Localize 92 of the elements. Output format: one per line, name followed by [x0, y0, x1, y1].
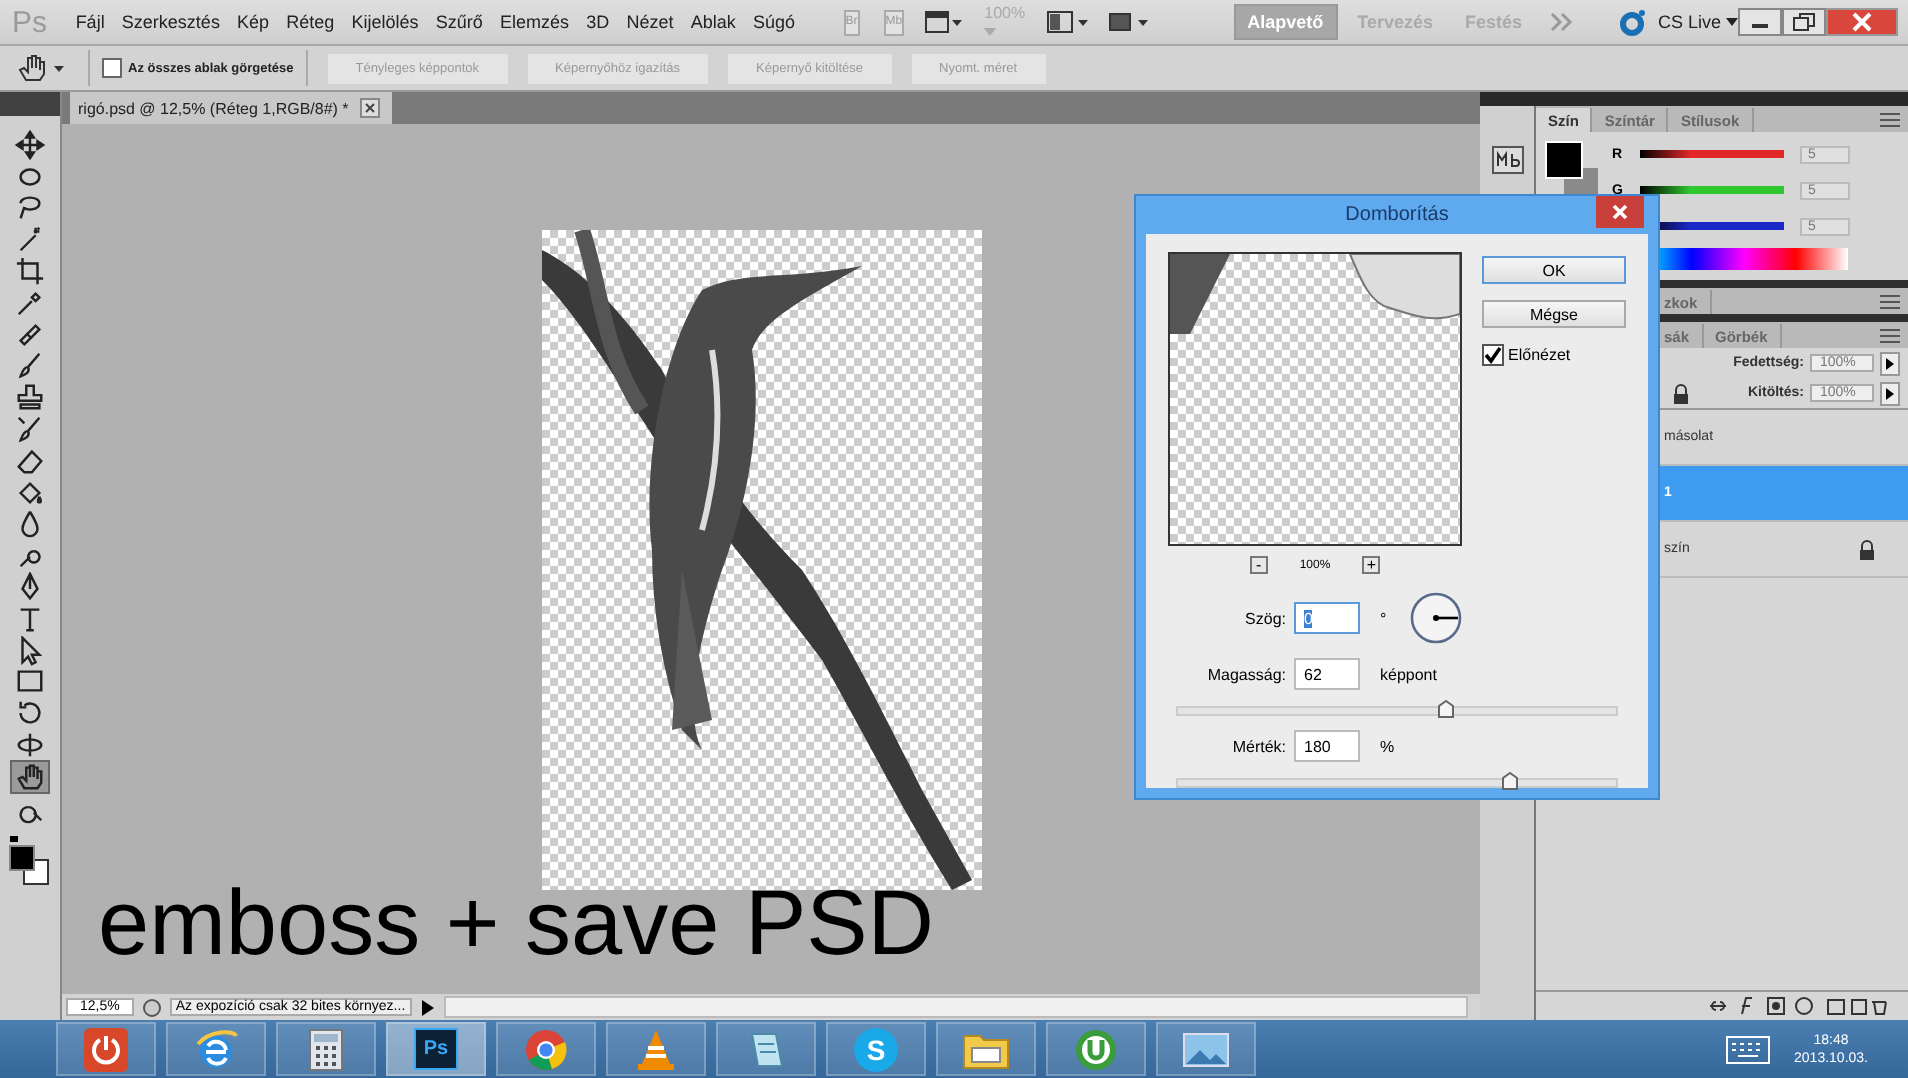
taskbar-app[interactable] [56, 1022, 156, 1076]
menu-icon[interactable] [1880, 294, 1900, 310]
globe-icon [194, 1027, 238, 1071]
menu-item[interactable]: Nézet [617, 12, 683, 32]
calculator-icon [308, 1027, 344, 1071]
taskbar-app[interactable] [1046, 1022, 1146, 1076]
checkbox[interactable] [1482, 344, 1504, 366]
arrow-icon[interactable] [1880, 381, 1900, 405]
color-swatch-icon[interactable] [8, 836, 52, 889]
menu-item[interactable]: Ablak [682, 12, 745, 32]
layer-actions-icon[interactable] [1708, 996, 1888, 1016]
cs-live-button[interactable]: CS Live [1658, 12, 1738, 32]
cancel-button[interactable]: Mégse [1482, 300, 1626, 328]
circle-icon [524, 1027, 568, 1071]
crop-tool-icon[interactable] [12, 255, 48, 286]
cone-icon [634, 1027, 678, 1071]
shape-tool-icon[interactable] [12, 666, 48, 697]
menu-item[interactable]: Súgó [744, 12, 804, 32]
taskbar-app[interactable] [716, 1022, 816, 1076]
menu-item[interactable]: Kép [228, 12, 278, 32]
unit-label: képpont [1380, 665, 1437, 683]
channel-slider[interactable] [1640, 186, 1784, 194]
checkbox[interactable] [102, 58, 122, 78]
slider-track[interactable] [1176, 706, 1618, 716]
app-icon: Ps [413, 1028, 459, 1070]
hand-icon[interactable] [16, 52, 68, 84]
horizontal-scrollbar[interactable] [443, 996, 1468, 1018]
menu-item[interactable]: Szűrő [427, 12, 492, 32]
dialog-title: Domborítás [1345, 204, 1449, 226]
screen-mode-icon[interactable] [924, 10, 965, 34]
degree-unit: ° [1380, 609, 1387, 627]
caret-icon [984, 28, 997, 36]
ok-button[interactable]: OK [1482, 256, 1626, 284]
zoom-in-button[interactable]: + [1362, 556, 1381, 574]
power-icon [84, 1027, 128, 1071]
move-tool-icon[interactable] [12, 129, 48, 160]
menu-item[interactable]: Fájl [67, 12, 114, 32]
amount-field[interactable]: 180 [1294, 730, 1360, 762]
slider-thumb[interactable] [1502, 772, 1519, 790]
frame-icon[interactable] [1105, 10, 1150, 34]
torrent-icon [1074, 1027, 1118, 1071]
slider-track[interactable] [1176, 778, 1618, 788]
menu-item[interactable]: 3D [577, 12, 618, 32]
hand-tool-icon[interactable] [12, 761, 48, 792]
stamp-tool-icon[interactable] [12, 382, 48, 413]
amount-label: Mérték: [1230, 737, 1286, 755]
panel-header [0, 92, 60, 116]
unit-label: % [1380, 737, 1395, 755]
height-field[interactable]: 62 [1294, 658, 1360, 690]
app-icon: S [854, 1027, 898, 1071]
height-label: Magasság: [1205, 665, 1286, 683]
zoom-out-button[interactable]: - [1249, 556, 1268, 574]
document-title: rigó.psd @ 12,5% (Réteg 1,RGB/8#) * [78, 99, 349, 117]
app-logo: Ps [12, 5, 48, 39]
menu-item[interactable]: Réteg [277, 12, 343, 32]
checkbox-label: Előnézet [1508, 346, 1571, 364]
angle-label: Szög: [1243, 609, 1286, 627]
keyboard-icon[interactable] [1726, 1035, 1771, 1063]
menu-item[interactable]: Kijelölés [342, 12, 428, 32]
slider-thumb[interactable] [1437, 700, 1454, 718]
menu-item[interactable]: Elemzés [491, 12, 578, 32]
menu-item[interactable]: Szerkesztés [113, 12, 229, 32]
orbit-tool-icon[interactable] [12, 729, 48, 760]
ring-icon [1618, 8, 1646, 36]
taskbar-app[interactable] [606, 1022, 706, 1076]
arrow-icon[interactable] [1880, 351, 1900, 375]
mini-bridge-icon[interactable] [1491, 146, 1523, 174]
eraser-tool-icon[interactable] [12, 445, 48, 476]
play-icon[interactable] [419, 997, 436, 1017]
close-icon[interactable] [1596, 196, 1644, 228]
taskbar-app[interactable] [496, 1022, 596, 1076]
menu-icon[interactable] [1880, 328, 1900, 344]
restore-icon[interactable] [1781, 8, 1826, 36]
channel-slider[interactable] [1640, 150, 1784, 158]
angle-dial[interactable] [1410, 592, 1463, 644]
close-icon[interactable] [1825, 8, 1898, 36]
document-tab[interactable]: rigó.psd @ 12,5% (Réteg 1,RGB/8#) * [70, 92, 393, 124]
taskbar-app[interactable] [166, 1022, 266, 1076]
angle-field[interactable]: 0 [1294, 602, 1360, 634]
taskbar-app[interactable] [276, 1022, 376, 1076]
menu-icon[interactable] [1880, 112, 1900, 128]
lock-icon[interactable] [1672, 383, 1690, 403]
close-icon[interactable] [360, 98, 381, 118]
taskbar-app[interactable] [936, 1022, 1036, 1076]
folder-icon [962, 1029, 1010, 1069]
taskbar-app[interactable] [1156, 1022, 1256, 1076]
taskbar-app[interactable]: Ps [386, 1022, 486, 1076]
landscape-icon [1182, 1029, 1230, 1069]
caret-icon [1725, 18, 1738, 26]
layout-icon[interactable] [1045, 10, 1090, 34]
minimize-icon[interactable] [1737, 8, 1782, 36]
caption-text: emboss + save PSD [98, 876, 935, 968]
